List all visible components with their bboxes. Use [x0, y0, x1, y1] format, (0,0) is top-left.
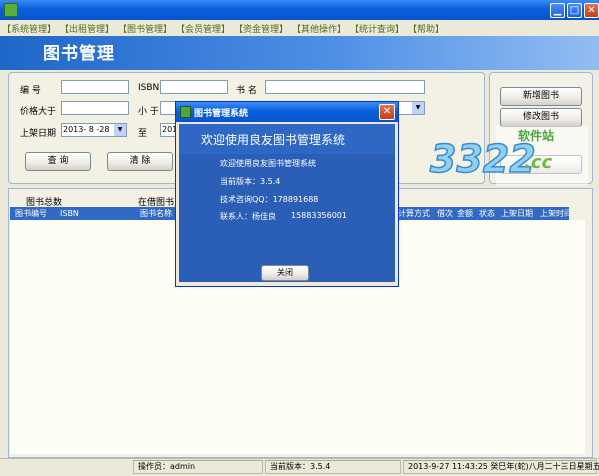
- maximize-button[interactable]: □: [567, 3, 582, 18]
- menu-books[interactable]: 【图书管理】: [118, 22, 172, 35]
- svg-text:软件站: 软件站: [518, 128, 554, 143]
- clear-button[interactable]: 清 除: [107, 152, 173, 171]
- date-from-picker[interactable]: 2013- 8 -28 ▼: [61, 123, 127, 137]
- app-icon: [4, 3, 18, 17]
- status-version: 当前版本：3.5.4: [265, 460, 401, 474]
- title-input[interactable]: [265, 80, 425, 94]
- menu-rent[interactable]: 【出租管理】: [60, 22, 114, 35]
- edit-book-button[interactable]: 修改图书: [500, 108, 582, 127]
- menu-system[interactable]: 【系统管理】: [2, 22, 56, 35]
- date-label: 上架日期: [20, 129, 57, 139]
- close-button[interactable]: ✕: [584, 3, 599, 18]
- dialog-contact-name: 联系人：杨佳良: [220, 212, 276, 221]
- book-icon: [180, 106, 191, 118]
- col-id[interactable]: 图书编号: [15, 207, 47, 220]
- status-bar: 操作员：admin 当前版本：3.5.4 2013-9-27 11:43:25 …: [0, 458, 599, 476]
- dialog-welcome: 欢迎使用良友图书管理系统: [220, 159, 316, 168]
- menu-bar: 【系统管理】 【出租管理】 【图书管理】 【会员管理】 【资金管理】 【其他操作…: [0, 20, 599, 36]
- dialog-titlebar: 图书管理系统 ✕: [176, 102, 398, 122]
- dialog-contact-phone: 15883356001: [291, 211, 347, 220]
- dialog-close-button[interactable]: ✕: [379, 104, 395, 120]
- dialog-qq: 技术咨询QQ：178891688: [220, 195, 319, 204]
- page-header: 图书管理: [0, 36, 599, 70]
- col-calc[interactable]: 计算方式: [398, 207, 430, 220]
- window-titlebar: ▁ □ ✕: [0, 0, 599, 20]
- dialog-close-action-button[interactable]: 关闭: [261, 265, 309, 281]
- menu-members[interactable]: 【会员管理】: [176, 22, 230, 35]
- dialog-heading-band: 欢迎使用良友图书管理系统: [179, 124, 395, 154]
- col-isbn[interactable]: ISBN: [60, 207, 79, 220]
- dialog-title: 图书管理系统: [194, 109, 249, 119]
- chevron-down-icon: ▼: [114, 124, 126, 136]
- price-gt-label: 价格大于: [20, 107, 57, 117]
- page-title: 图书管理: [43, 44, 115, 64]
- col-status[interactable]: 状态: [479, 207, 495, 220]
- dialog-version: 当前版本：3.5.4: [220, 177, 281, 186]
- isbn-input[interactable]: [160, 80, 228, 94]
- no-input[interactable]: [61, 80, 129, 94]
- menu-help[interactable]: 【帮助】: [408, 22, 444, 35]
- col-amount[interactable]: 金额: [457, 207, 473, 220]
- price-lt-label: 小 于: [138, 107, 159, 117]
- add-book-button[interactable]: 新增图书: [500, 87, 582, 106]
- col-time[interactable]: 上架时间: [540, 207, 569, 220]
- svg-text:.cc: .cc: [524, 152, 553, 173]
- menu-other[interactable]: 【其他操作】: [292, 22, 346, 35]
- to-label: 至: [138, 129, 148, 139]
- status-select[interactable]: ▼: [398, 101, 425, 115]
- menu-funds[interactable]: 【资金管理】: [234, 22, 288, 35]
- title-label: 书 名: [236, 86, 257, 96]
- minimize-button[interactable]: ▁: [550, 3, 565, 18]
- no-label: 编 号: [20, 86, 41, 96]
- dialog-body: 欢迎使用良友图书管理系统 当前版本：3.5.4 技术咨询QQ：178891688…: [179, 154, 395, 282]
- date-from-value: 2013- 8 -28: [63, 125, 110, 134]
- status-datetime: 2013-9-27 11:43:25 癸巳年(蛇)八月二十三日星期五: [403, 460, 599, 474]
- col-date[interactable]: 上架日期: [501, 207, 533, 220]
- about-dialog: 图书管理系统 ✕ 欢迎使用良友图书管理系统 欢迎使用良友图书管理系统 当前版本：…: [175, 101, 399, 287]
- chevron-down-icon: ▼: [412, 102, 424, 114]
- svg-text:3322: 3322: [430, 137, 536, 181]
- col-count[interactable]: 借次: [437, 207, 453, 220]
- query-button[interactable]: 查 询: [25, 152, 91, 171]
- price-gt-input[interactable]: [61, 101, 129, 115]
- site-watermark-logo: 3322 软件站 .cc: [428, 126, 588, 186]
- status-operator: 操作员：admin: [133, 460, 263, 474]
- col-name[interactable]: 图书名称: [140, 207, 172, 220]
- menu-stats[interactable]: 【统计查询】: [350, 22, 404, 35]
- dialog-heading: 欢迎使用良友图书管理系统: [201, 133, 346, 147]
- isbn-label: ISBN: [138, 83, 160, 93]
